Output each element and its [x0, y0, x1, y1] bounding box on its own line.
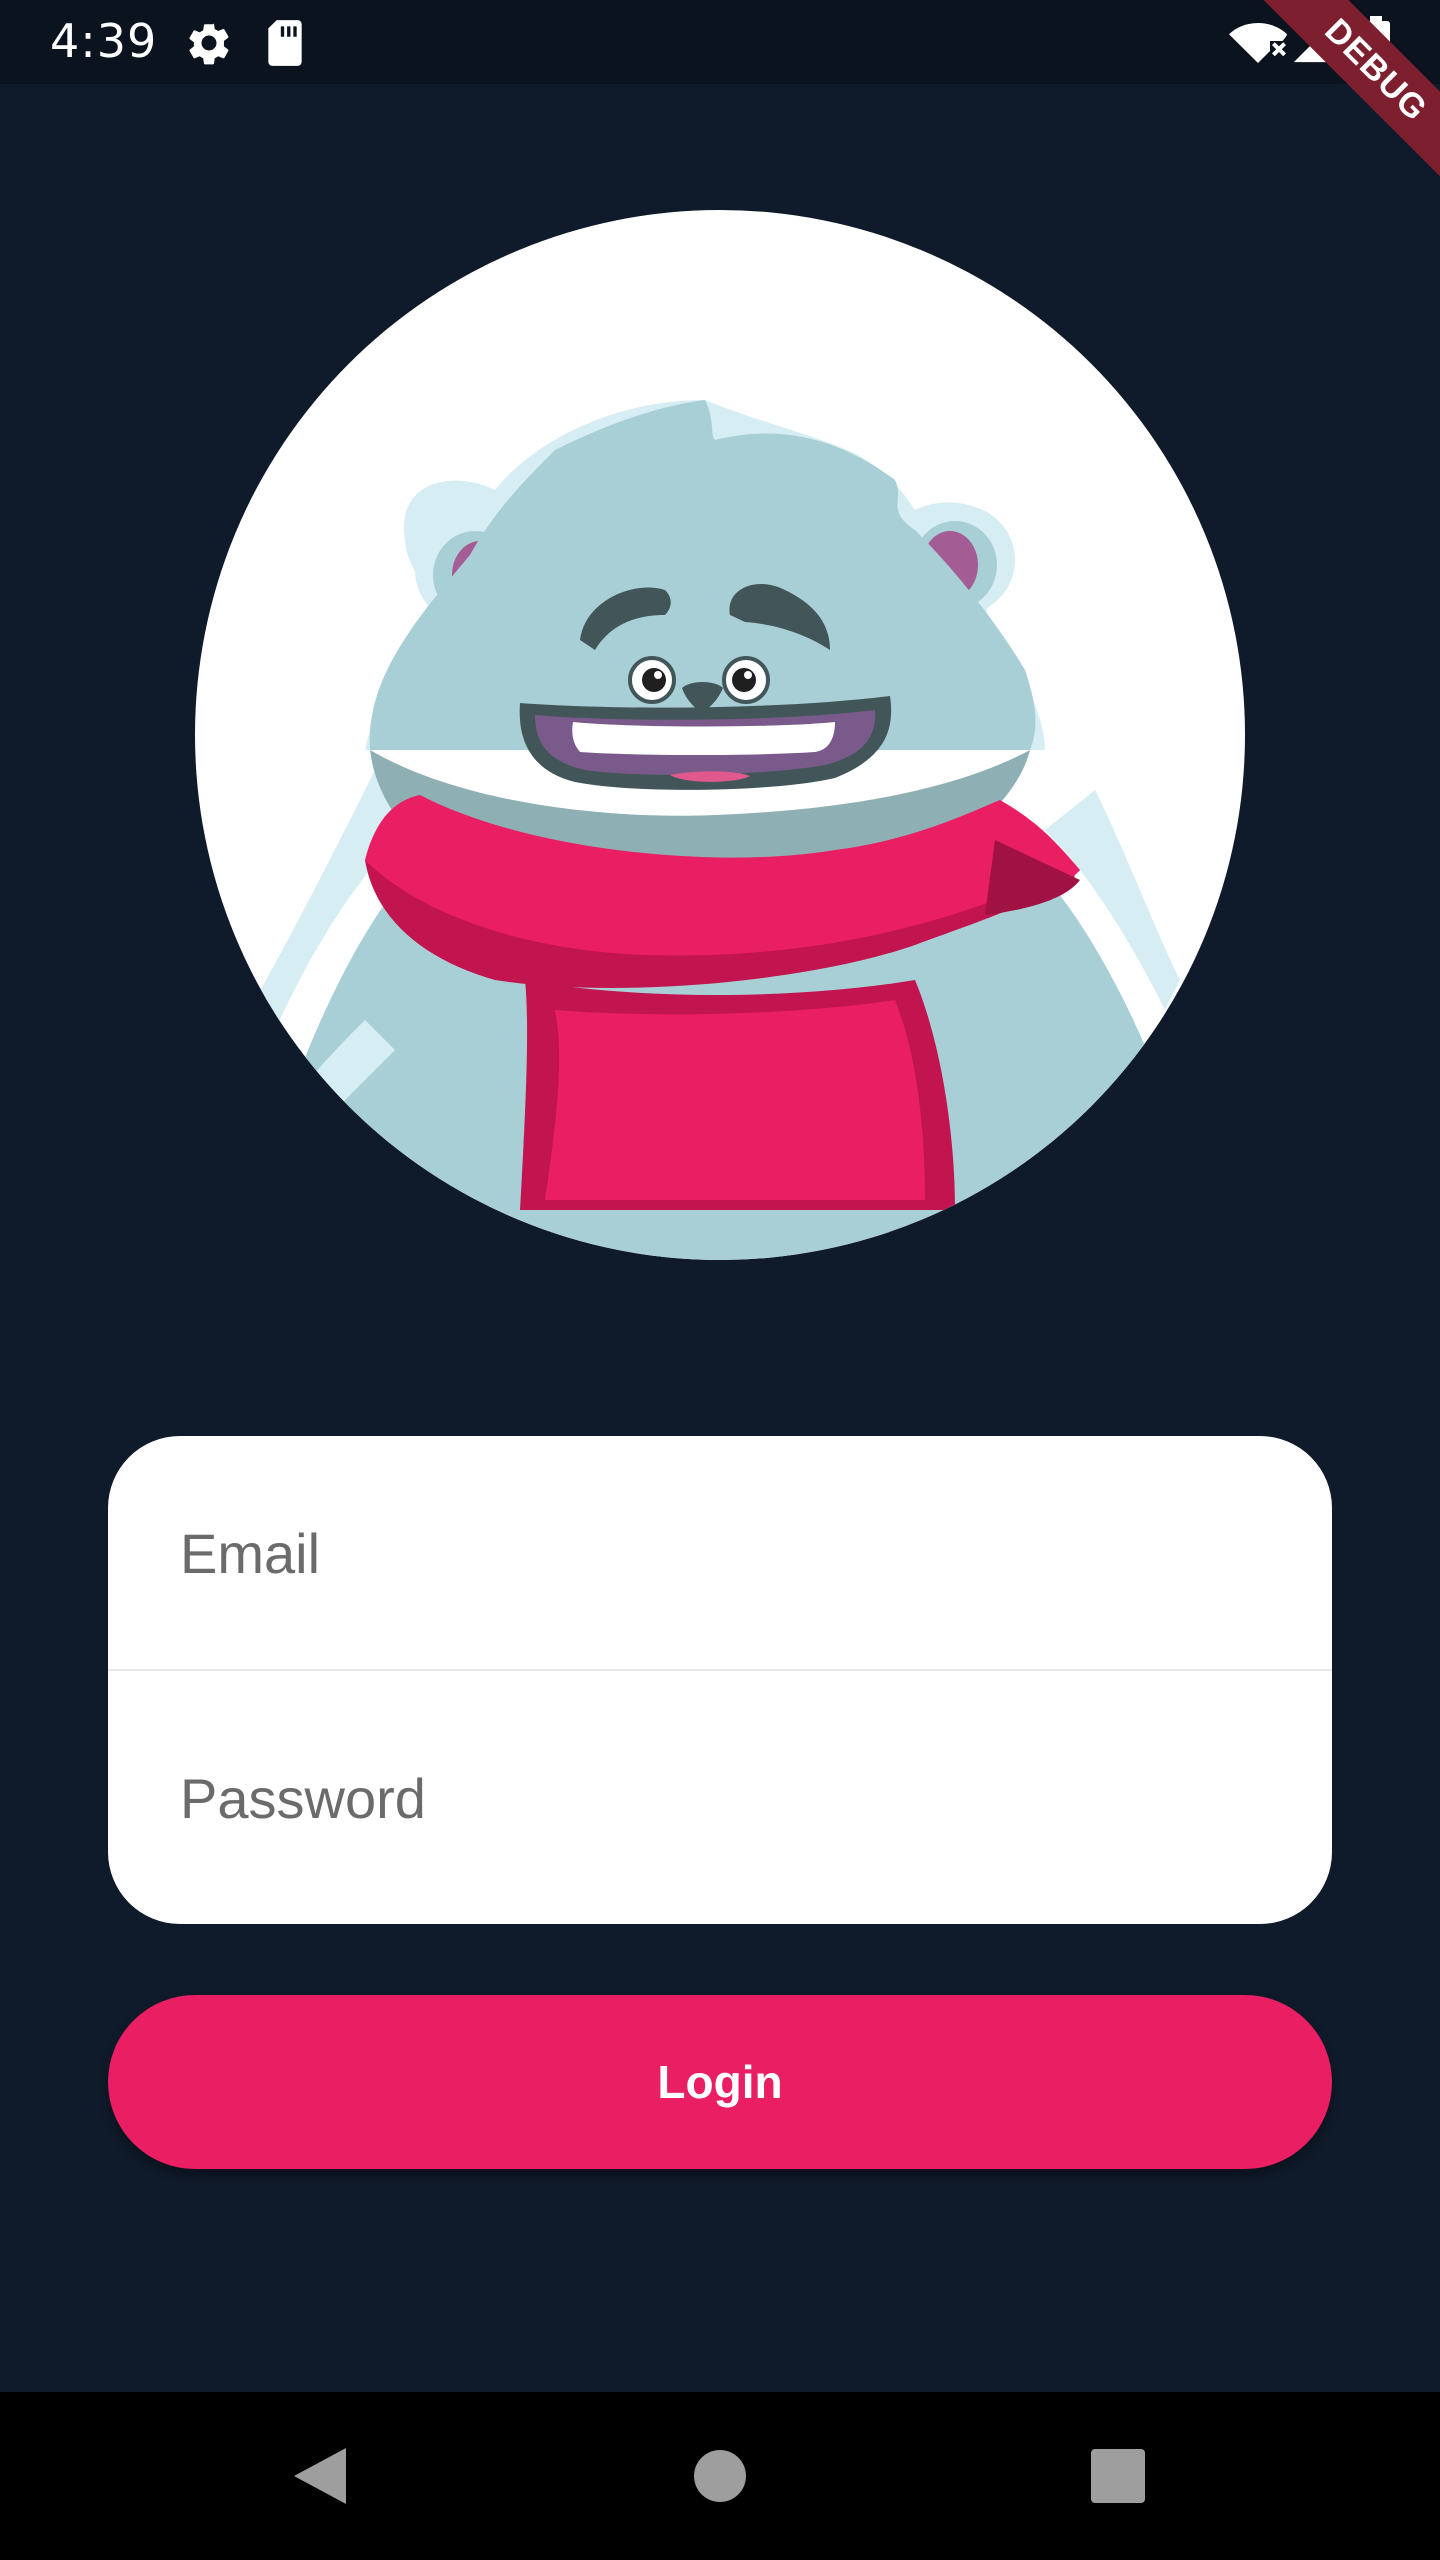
home-icon	[694, 2450, 746, 2502]
back-icon	[294, 2448, 346, 2504]
signal-icon	[1290, 20, 1336, 71]
home-button[interactable]	[650, 2392, 790, 2560]
recents-icon	[1091, 2449, 1145, 2503]
settings-icon	[184, 18, 234, 73]
back-button[interactable]	[250, 2392, 390, 2560]
login-button[interactable]: Login	[108, 1995, 1332, 2169]
email-field[interactable]	[178, 1436, 1262, 1671]
sd-card-icon	[262, 18, 308, 73]
avatar	[195, 210, 1245, 1260]
email-field-wrapper	[108, 1436, 1332, 1671]
login-form-card	[108, 1436, 1332, 1924]
password-field-wrapper	[108, 1671, 1332, 1924]
password-field[interactable]	[178, 1671, 1262, 1924]
status-time: 4:39	[50, 14, 158, 68]
wifi-off-icon	[1228, 18, 1288, 73]
status-bar: 4:39	[0, 0, 1440, 84]
battery-icon	[1362, 16, 1390, 73]
system-navigation-bar	[0, 2392, 1440, 2560]
yeti-mascot-illustration	[255, 400, 1180, 1260]
recents-button[interactable]	[1048, 2392, 1188, 2560]
